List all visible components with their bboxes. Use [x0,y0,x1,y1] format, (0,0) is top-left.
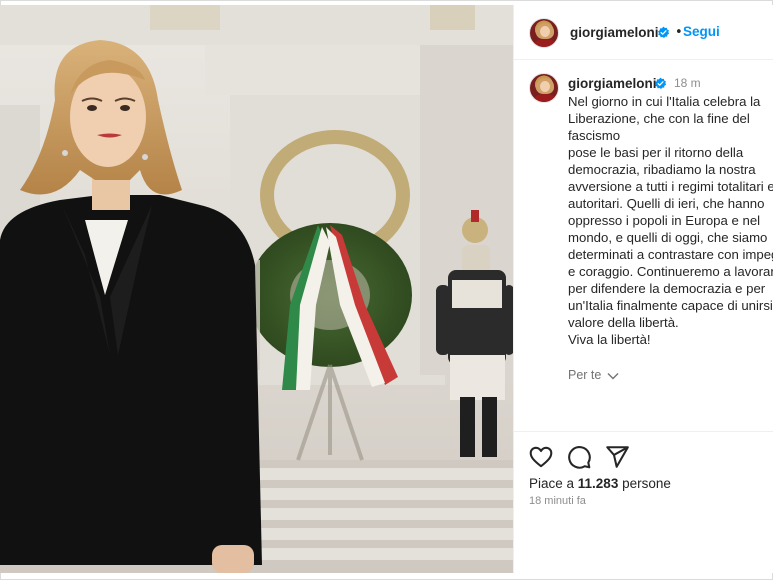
header-username[interactable]: giorgiameloni [570,25,659,40]
heart-icon[interactable] [528,444,554,470]
post-photo[interactable] [0,5,513,573]
avatar-body [533,94,557,102]
post-timestamp[interactable]: 18 minuti fa [529,495,586,507]
see-translation-link[interactable]: Per te [568,368,619,382]
verified-badge-icon [658,26,670,39]
caption-avatar[interactable] [529,73,559,103]
verified-badge-icon [655,77,667,90]
header-separator: • [675,25,683,40]
caption-text: Nel giorno in cui l'Italia celebra la Li… [568,94,773,330]
avatar-face [540,26,550,37]
caption-closing: Viva la libertà! [568,332,651,347]
send-icon[interactable] [604,444,630,470]
likes-suffix: persone [618,476,671,491]
avatar[interactable] [529,18,559,48]
post-caption: giorgiameloni 18 m Nel giorno in cui l'I… [514,61,773,431]
chevron-down-icon [607,372,619,380]
likes-count[interactable]: Piace a 11.283 persone [529,476,671,491]
likes-prefix: Piace a [529,476,578,491]
caption-username[interactable]: giorgiameloni [568,76,657,91]
comment-icon[interactable] [566,444,592,470]
post-actions: Piace a 11.283 persone 18 minuti fa [514,431,773,573]
see-translation-label: Per te [568,368,602,382]
caption-timestamp: 18 m [674,76,701,90]
post-side-panel: giorgiameloni • Segui giorgiameloni 18 m… [513,5,773,573]
avatar-face [540,81,550,92]
follow-button[interactable]: Segui [683,24,720,39]
post-header: giorgiameloni • Segui [514,5,773,60]
photo-scene [0,5,513,573]
avatar-body [533,39,557,47]
likes-number: 11.283 [577,476,619,491]
